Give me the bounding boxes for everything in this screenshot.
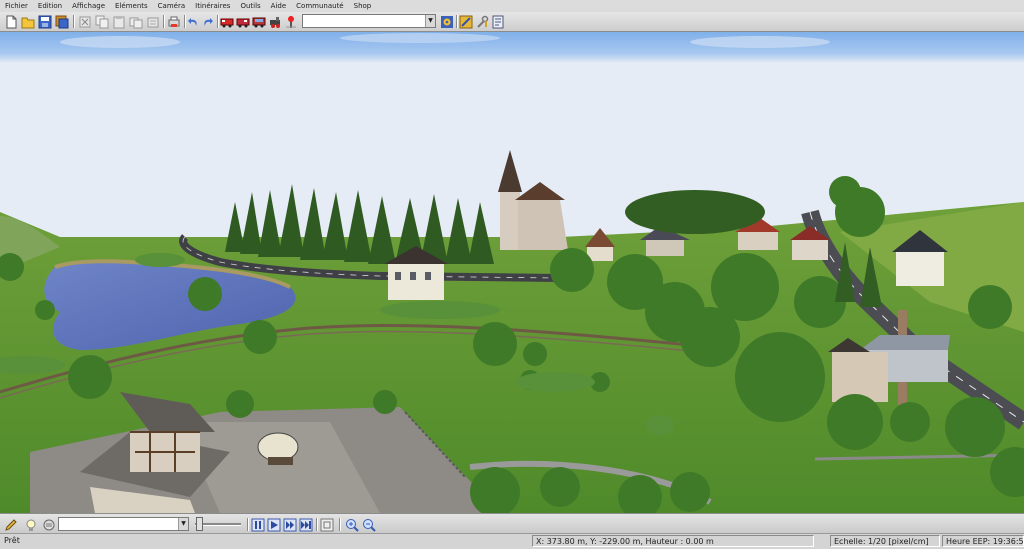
status-scale: Echelle: 1/20 [pixel/cm]: [830, 535, 940, 547]
copy-icon: [95, 15, 109, 29]
new-file-icon: [6, 15, 17, 29]
menu-communaute[interactable]: Communauté: [291, 0, 348, 12]
save-all-button[interactable]: [55, 14, 69, 29]
menu-affichage[interactable]: Affichage: [67, 0, 110, 12]
object-combo[interactable]: ▼: [58, 517, 189, 531]
menu-outils[interactable]: Outils: [235, 0, 265, 12]
save-icon: [38, 15, 52, 29]
duplicate-button[interactable]: [129, 14, 143, 29]
status-time: Heure EEP: 19:36:5: [942, 535, 1024, 547]
save-button[interactable]: [38, 14, 52, 29]
landscape-scene: [0, 32, 1024, 513]
signal-tool-button[interactable]: [284, 14, 298, 28]
track-icon: [459, 15, 473, 29]
gear-icon: [441, 16, 453, 28]
undo-icon: [188, 18, 197, 26]
delete-icon: [147, 17, 159, 28]
redo-button[interactable]: [201, 14, 215, 28]
menu-aide[interactable]: Aide: [266, 0, 291, 12]
print-button[interactable]: [167, 14, 181, 28]
save-all-icon: [55, 15, 69, 29]
menu-edition[interactable]: Edition: [33, 0, 67, 12]
chevron-down-icon[interactable]: ▼: [178, 518, 188, 530]
lightbulb-icon: [26, 519, 36, 531]
info-panel-icon: [492, 15, 504, 29]
paste-button[interactable]: [112, 14, 126, 29]
locomotive-icon: [270, 17, 280, 28]
tools-button[interactable]: [475, 14, 489, 28]
menu-fichier[interactable]: Fichier: [0, 0, 33, 12]
fast-forward-2-button[interactable]: [299, 517, 313, 532]
fast-forward-icon: [283, 518, 297, 532]
train-red-icon: [220, 18, 234, 28]
paste-icon: [113, 16, 125, 29]
pencil-icon: [5, 519, 17, 531]
settings-button[interactable]: [440, 14, 454, 28]
fast-forward-icon: [299, 518, 313, 532]
wagon-icon: [252, 17, 266, 28]
cut-icon: [79, 16, 91, 28]
status-coordinates: X: 373.80 m, Y: -229.00 m, Hauteur : 0.0…: [532, 535, 814, 547]
bottom-toolbar: ▼: [0, 513, 1024, 534]
object-search-combo[interactable]: ▼: [302, 14, 436, 28]
delete-button[interactable]: [146, 14, 160, 28]
main-toolbar: ▼: [0, 12, 1024, 32]
track-tool-button[interactable]: [459, 14, 473, 29]
menu-itineraires[interactable]: Itinéraires: [190, 0, 235, 12]
status-bar: Prêt X: 373.80 m, Y: -229.00 m, Hauteur …: [0, 533, 1024, 549]
zoom-in-icon: [346, 519, 359, 532]
speed-slider-thumb[interactable]: [196, 517, 203, 531]
wrench-icon: [477, 15, 489, 28]
edit-button[interactable]: [4, 517, 18, 531]
light-button[interactable]: [24, 517, 38, 531]
pause-button[interactable]: [251, 517, 265, 532]
status-ready: Prêt: [4, 536, 20, 545]
open-folder-button[interactable]: [21, 14, 35, 29]
play-button[interactable]: [267, 517, 281, 532]
3d-viewport[interactable]: [0, 32, 1024, 513]
zoom-out-icon: [363, 519, 376, 532]
play-icon: [267, 518, 281, 532]
cut-button[interactable]: [78, 14, 92, 28]
train-tool-3-button[interactable]: [252, 14, 266, 28]
menu-shop[interactable]: Shop: [349, 0, 377, 12]
signal-icon: [286, 16, 296, 28]
fast-forward-button[interactable]: [283, 517, 297, 532]
redo-icon: [204, 18, 213, 26]
print-bottom-button[interactable]: [42, 517, 56, 531]
train-tool-1-button[interactable]: [220, 14, 234, 28]
info-panel-button[interactable]: [491, 14, 505, 29]
duplicate-icon: [129, 17, 143, 29]
menu-camera[interactable]: Caméra: [153, 0, 190, 12]
new-file-button[interactable]: [4, 14, 18, 29]
pause-icon: [251, 518, 265, 532]
printer-icon: [43, 519, 55, 531]
zoom-out-button[interactable]: [362, 517, 376, 532]
copy-button[interactable]: [95, 14, 109, 29]
menu-elements[interactable]: Eléments: [110, 0, 153, 12]
undo-button[interactable]: [186, 14, 200, 28]
printer-icon: [168, 16, 180, 27]
chevron-down-icon[interactable]: ▼: [425, 15, 435, 27]
train-tool-2-button[interactable]: [236, 14, 250, 28]
train-red-icon: [236, 18, 250, 28]
folder-icon: [21, 17, 35, 29]
screenshot-button[interactable]: [320, 517, 334, 532]
screenshot-icon: [320, 518, 334, 532]
zoom-in-button[interactable]: [345, 517, 359, 532]
train-tools-button[interactable]: [268, 14, 282, 28]
